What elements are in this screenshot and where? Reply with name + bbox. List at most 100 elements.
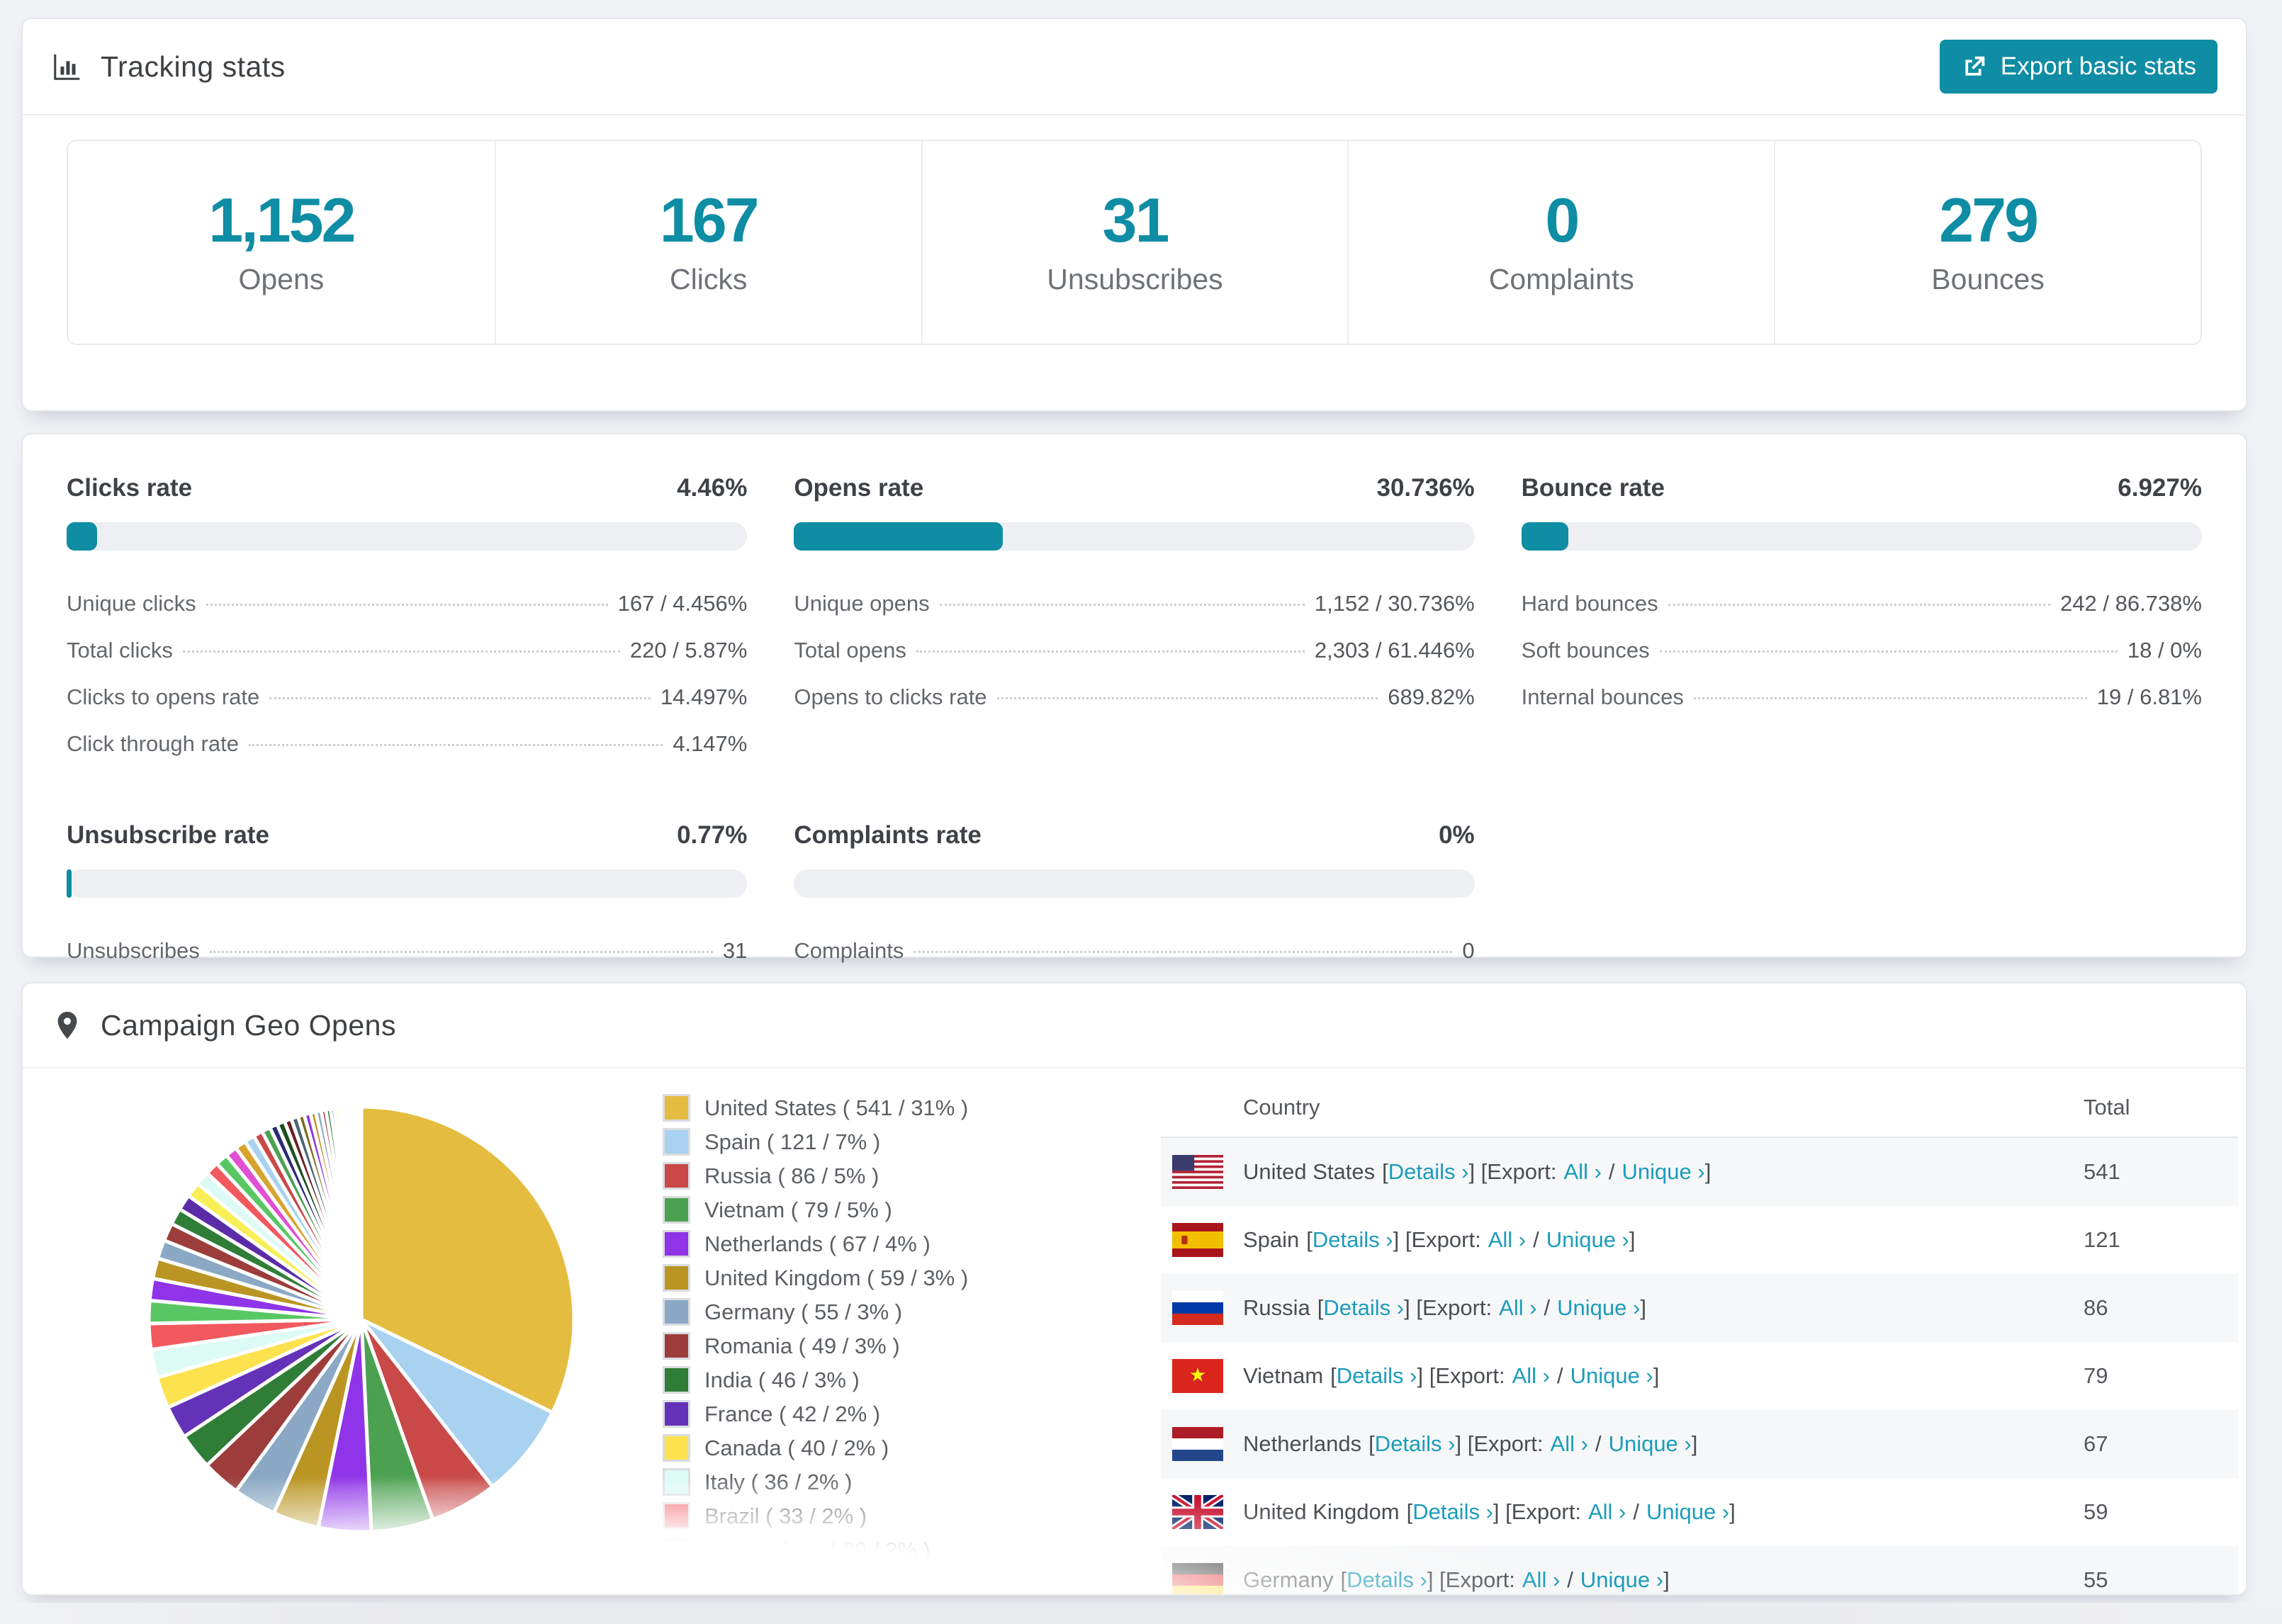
legend-label: Germany ( 55 / 3% ) [704, 1299, 903, 1324]
export-icon [1965, 56, 1985, 76]
country-name: Netherlands [1243, 1431, 1362, 1456]
details-link[interactable]: Details › [1337, 1363, 1417, 1388]
export-all-link[interactable]: All › [1588, 1499, 1626, 1524]
dotted-leader [269, 697, 651, 699]
legend-item[interactable]: Germany ( 55 / 3% ) [663, 1298, 968, 1326]
export-all-link[interactable]: All › [1488, 1227, 1526, 1252]
rate-row-label: Opens to clicks rate [794, 684, 987, 709]
rate-progress-bar [67, 522, 748, 551]
legend-item[interactable]: Vietnam ( 79 / 5% ) [663, 1196, 968, 1224]
legend-swatch [663, 1162, 690, 1190]
geo-header: Campaign Geo Opens [23, 983, 2246, 1068]
rate-row-value: 18 / 0% [2127, 638, 2202, 662]
stat-cell: 279 Bounces [1774, 141, 2200, 344]
legend-label: Netherlands ( 67 / 4% ) [704, 1231, 931, 1256]
dotted-leader [209, 951, 713, 953]
legend-label: United Kingdom ( 59 / 3% ) [704, 1265, 969, 1290]
legend-swatch [663, 1196, 690, 1224]
stat-cell: 31 Unsubscribes [921, 141, 1348, 344]
export-all-link[interactable]: All › [1522, 1567, 1560, 1592]
export-unique-link[interactable]: Unique › [1646, 1499, 1729, 1524]
export-all-link[interactable]: All › [1564, 1159, 1602, 1184]
details-link[interactable]: Details › [1313, 1227, 1393, 1252]
country-total: 79 [2084, 1363, 2108, 1388]
legend-item[interactable]: Brazil ( 33 / 2% ) [663, 1502, 968, 1530]
legend-item[interactable]: France ( 42 / 2% ) [663, 1400, 968, 1428]
rate-progress-bar [1521, 522, 2202, 551]
stat-value: 31 [1102, 184, 1170, 255]
clicks-rate-section: Clicks rate 4.46% Unique clicks 167 / 4.… [67, 474, 748, 767]
rate-progress-bar [794, 869, 1475, 898]
export-unique-link[interactable]: Unique › [1609, 1431, 1692, 1456]
dotted-leader [1693, 697, 2087, 699]
details-link[interactable]: Details › [1388, 1159, 1469, 1184]
geo-pie-chart[interactable] [130, 1088, 592, 1550]
stat-cell: 0 Complaints [1347, 141, 1774, 344]
legend-swatch [663, 1400, 690, 1428]
legend-swatch [663, 1332, 690, 1360]
rate-detail-row: Unique clicks 167 / 4.456% [67, 580, 747, 627]
export-all-link[interactable]: All › [1512, 1363, 1550, 1388]
bounce-rate-section: Bounce rate 6.927% Hard bounces 242 / 86… [1521, 474, 2202, 767]
details-link[interactable]: Details › [1347, 1567, 1427, 1592]
rate-row-value: 31 [722, 938, 748, 963]
legend-item[interactable]: Russia ( 86 / 5% ) [663, 1162, 968, 1190]
rate-row-label: Total opens [794, 638, 906, 662]
table-row: Vietnam [Details ›] [Export: All › / Unique … [1161, 1342, 2238, 1410]
country-total: 59 [2084, 1499, 2108, 1524]
us-flag-icon [1172, 1155, 1223, 1189]
rate-progress-bar [794, 522, 1475, 551]
export-button-label: Export basic stats [2000, 52, 2196, 80]
export-basic-stats-button[interactable]: Export basic stats [1939, 40, 2218, 94]
rate-row-label: Unsubscribes [67, 938, 200, 963]
complaints-rate-section: Complaints rate 0% Complaints 0 [794, 821, 1475, 974]
legend-item[interactable]: Romania ( 49 / 3% ) [663, 1332, 968, 1360]
legend-swatch [663, 1536, 690, 1564]
country-total: 541 [2084, 1159, 2120, 1184]
legend-item[interactable]: Spain ( 121 / 7% ) [663, 1128, 968, 1156]
legend-label: Canada ( 40 / 2% ) [704, 1435, 889, 1460]
rate-row-label: Complaints [794, 938, 904, 963]
legend-item[interactable]: United States ( 541 / 31% ) [663, 1094, 968, 1122]
legend-label: Italy ( 36 / 2% ) [704, 1469, 853, 1494]
es-flag-icon [1172, 1223, 1223, 1257]
bar-chart-icon [54, 54, 80, 80]
legend-item[interactable]: Italy ( 36 / 2% ) [663, 1468, 968, 1496]
legend-item[interactable]: India ( 46 / 3% ) [663, 1366, 968, 1394]
country-total: 86 [2084, 1295, 2108, 1320]
summary-stats: 1,152 Opens 167 Clicks 31 Unsubscribes 0… [67, 140, 2202, 345]
details-link[interactable]: Details › [1412, 1499, 1493, 1524]
legend-item[interactable]: United Kingdom ( 59 / 3% ) [663, 1264, 968, 1292]
legend-label: United States ( 541 / 31% ) [704, 1095, 969, 1120]
country-name: Russia [1243, 1295, 1310, 1320]
legend-item[interactable]: Netherlands ( 67 / 4% ) [663, 1230, 968, 1258]
country-total: 121 [2084, 1227, 2120, 1252]
geo-table: Country Total United States [Details ›] [… [1161, 1078, 2238, 1594]
export-unique-link[interactable]: Unique › [1580, 1567, 1663, 1592]
rate-detail-row: Soft bounces 18 / 0% [1522, 627, 2202, 674]
country-name: United Kingdom [1243, 1499, 1400, 1524]
legend-item[interactable]: Canada ( 40 / 2% ) [663, 1434, 968, 1462]
rate-row-label: Unique clicks [67, 591, 196, 616]
rate-row-value: 0 [1462, 938, 1475, 963]
export-unique-link[interactable]: Unique › [1622, 1159, 1705, 1184]
legend-swatch [663, 1230, 690, 1258]
legend-swatch [663, 1468, 690, 1496]
legend-swatch [663, 1434, 690, 1462]
export-unique-link[interactable]: Unique › [1546, 1227, 1629, 1252]
details-link[interactable]: Details › [1323, 1295, 1404, 1320]
legend-item[interactable]: South Africa ( 29 / 2% ) [663, 1536, 968, 1564]
rate-row-value: 2,303 / 61.446% [1314, 638, 1475, 662]
details-link[interactable]: Details › [1375, 1431, 1456, 1456]
rates-card: Clicks rate 4.46% Unique clicks 167 / 4.… [21, 433, 2247, 963]
unsubscribe-rate-section: Unsubscribe rate 0.77% Unsubscribes 31 [67, 821, 748, 974]
export-unique-link[interactable]: Unique › [1557, 1295, 1640, 1320]
legend-swatch [663, 1094, 690, 1122]
rate-detail-row: Hard bounces 242 / 86.738% [1522, 580, 2202, 627]
dotted-leader [1659, 650, 2118, 653]
country-total: 55 [2084, 1567, 2108, 1592]
export-all-link[interactable]: All › [1499, 1295, 1536, 1320]
rate-row-value: 1,152 / 30.736% [1314, 591, 1475, 616]
export-all-link[interactable]: All › [1551, 1431, 1588, 1456]
export-unique-link[interactable]: Unique › [1570, 1363, 1653, 1388]
